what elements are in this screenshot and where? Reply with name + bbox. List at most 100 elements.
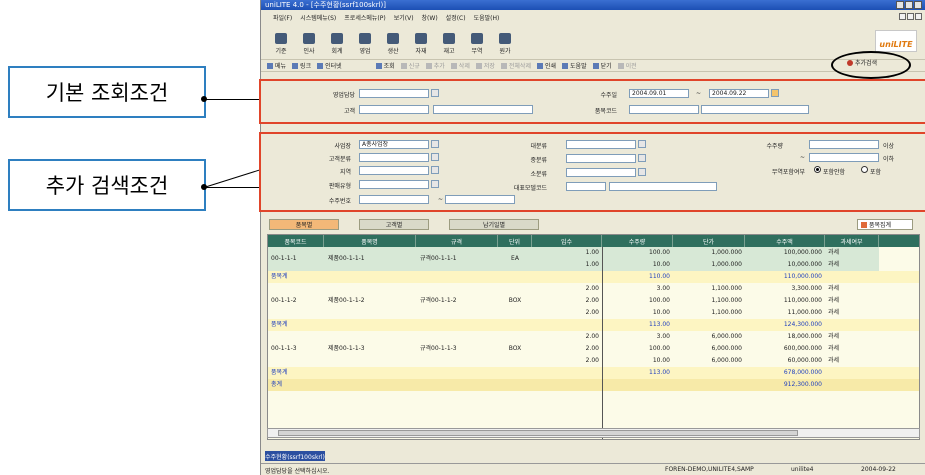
scrollbar-thumb[interactable] xyxy=(278,430,798,436)
major-class-dropdown-icon[interactable] xyxy=(638,140,646,148)
order-number-to-input[interactable] xyxy=(445,195,515,204)
module-material-button[interactable]: 자재 xyxy=(409,27,433,55)
module-hr-button[interactable]: 인사 xyxy=(297,27,321,55)
qty-max-input[interactable] xyxy=(809,153,879,162)
module-production-button[interactable]: 생산 xyxy=(381,27,405,55)
rep-model-name-input[interactable] xyxy=(609,182,717,191)
table-row-amount[interactable]: 60,000.000 xyxy=(745,355,825,367)
delete-button[interactable]: 삭제 xyxy=(450,61,470,70)
prev-button[interactable]: 이전 xyxy=(617,61,637,70)
menu-process[interactable]: 프로세스메뉴(P) xyxy=(344,13,385,22)
table-row-price[interactable]: 1,100.000 xyxy=(673,307,745,319)
table-row-unit[interactable]: BOX xyxy=(498,343,532,355)
close-window-button[interactable] xyxy=(914,1,922,9)
table-row-qty[interactable]: 100.00 xyxy=(602,343,673,355)
trade-include-radio[interactable] xyxy=(861,166,868,173)
menu-file[interactable]: 파일(F) xyxy=(273,13,292,22)
tab-by-item[interactable]: 품목별 xyxy=(269,219,339,230)
table-row-qty[interactable]: 3.00 xyxy=(602,283,673,295)
middle-class-dropdown-icon[interactable] xyxy=(638,154,646,162)
link-button[interactable]: 링크 xyxy=(292,61,311,70)
table-row-pack[interactable]: 2.00 xyxy=(532,331,602,343)
tab-by-due-date[interactable]: 납기일별 xyxy=(449,219,539,230)
trade-exclude-radio[interactable] xyxy=(814,166,821,173)
table-row-tax[interactable]: 과세 xyxy=(828,295,878,307)
table-row-tax[interactable]: 과세 xyxy=(828,307,878,319)
menu-view[interactable]: 보기(V) xyxy=(394,13,414,22)
business-dropdown-icon[interactable] xyxy=(431,140,439,148)
customer-class-dropdown-icon[interactable] xyxy=(431,153,439,161)
table-row-tax[interactable]: 과세 xyxy=(828,283,878,295)
table-row-spec[interactable]: 규격00-1-1-2 xyxy=(420,295,498,307)
new-button[interactable]: 신규 xyxy=(400,61,420,70)
sales-type-dropdown-icon[interactable] xyxy=(431,180,439,188)
table-row-item-name[interactable]: 제품00-1-1-2 xyxy=(328,295,416,307)
add-button[interactable]: 추가 xyxy=(425,61,445,70)
qty-min-input[interactable] xyxy=(809,140,879,149)
order-number-from-input[interactable] xyxy=(359,195,429,204)
table-row-price[interactable]: 1,100.000 xyxy=(673,295,745,307)
table-row-amount[interactable]: 18,000.000 xyxy=(745,331,825,343)
table-row-tax[interactable]: 과세 xyxy=(828,343,878,355)
child-restore-button[interactable] xyxy=(907,13,914,20)
table-row-qty[interactable]: 3.00 xyxy=(602,331,673,343)
child-close-button[interactable] xyxy=(915,13,922,20)
save-button[interactable]: 저장 xyxy=(475,61,495,70)
task-tab-order-status[interactable]: 수주현황(ssrf100skrl) xyxy=(265,451,325,461)
table-row-spec[interactable]: 규격00-1-1-1 xyxy=(420,253,498,265)
col-tax[interactable]: 과세여부 xyxy=(825,235,879,247)
table-row-pack[interactable]: 2.00 xyxy=(532,307,602,319)
table-row-qty[interactable]: 10.00 xyxy=(602,259,673,271)
business-select[interactable]: A총사업장 xyxy=(359,140,429,149)
module-cost-button[interactable]: 원가 xyxy=(493,27,517,55)
delete-all-button[interactable]: 전체삭제 xyxy=(500,61,531,70)
module-basic-button[interactable]: 기준 xyxy=(269,27,293,55)
customer-name-input[interactable] xyxy=(433,105,533,114)
module-sales-button[interactable]: 영업 xyxy=(353,27,377,55)
minor-class-dropdown-icon[interactable] xyxy=(638,168,646,176)
region-dropdown-icon[interactable] xyxy=(431,166,439,174)
table-row-unit[interactable]: BOX xyxy=(498,295,532,307)
table-row-spec[interactable]: 규격00-1-1-3 xyxy=(420,343,498,355)
tab-by-customer[interactable]: 고객별 xyxy=(359,219,429,230)
col-item-name[interactable]: 품목명 xyxy=(324,235,416,247)
table-row-item-code[interactable]: 00-1-1-2 xyxy=(271,295,323,307)
table-row-item-name[interactable]: 제품00-1-1-3 xyxy=(328,343,416,355)
table-row-pack[interactable]: 2.00 xyxy=(532,295,602,307)
order-no-input[interactable] xyxy=(629,105,699,114)
region-select[interactable] xyxy=(359,166,429,175)
col-item-code[interactable]: 품목코드 xyxy=(268,235,324,247)
table-row-amount[interactable]: 11,000.000 xyxy=(745,307,825,319)
customer-code-input[interactable] xyxy=(359,105,429,114)
table-row-pack[interactable]: 1.00 xyxy=(532,247,602,259)
sales-type-select[interactable] xyxy=(359,180,429,189)
col-amount[interactable]: 수주액 xyxy=(745,235,825,247)
child-minimize-button[interactable] xyxy=(899,13,906,20)
table-row-pack[interactable]: 2.00 xyxy=(532,283,602,295)
table-row-amount[interactable]: 110,000.000 xyxy=(745,295,825,307)
module-inventory-button[interactable]: 재고 xyxy=(437,27,461,55)
table-row-price[interactable]: 1,000.000 xyxy=(673,259,745,271)
order-no-name-input[interactable] xyxy=(701,105,809,114)
menu-toggle-button[interactable]: 메뉴 xyxy=(267,61,286,70)
table-row-amount[interactable]: 100,000.000 xyxy=(745,247,825,259)
item-summary-button[interactable]: 품목집계 xyxy=(857,219,913,230)
table-row-amount[interactable]: 3,300.000 xyxy=(745,283,825,295)
order-date-from-input[interactable]: 2004.09.01 xyxy=(629,89,689,98)
table-row-item-code[interactable]: 00-1-1-1 xyxy=(271,253,323,265)
calendar-icon[interactable] xyxy=(771,89,779,97)
col-unit[interactable]: 단위 xyxy=(498,235,532,247)
maximize-button[interactable] xyxy=(905,1,913,9)
major-class-select[interactable] xyxy=(566,140,636,149)
internet-button[interactable]: 인터넷 xyxy=(317,61,342,70)
table-row-qty[interactable]: 100.00 xyxy=(602,247,673,259)
table-row-tax[interactable]: 과세 xyxy=(828,355,878,367)
print-button[interactable]: 인쇄 xyxy=(536,61,556,70)
menu-window[interactable]: 창(W) xyxy=(422,13,438,22)
close-button[interactable]: 닫기 xyxy=(592,61,612,70)
table-row-item-code[interactable]: 00-1-1-3 xyxy=(271,343,323,355)
col-pack[interactable]: 입수 xyxy=(532,235,602,247)
horizontal-scrollbar[interactable] xyxy=(267,428,920,438)
menu-settings[interactable]: 설정(C) xyxy=(446,13,466,22)
table-row-pack[interactable]: 2.00 xyxy=(532,355,602,367)
